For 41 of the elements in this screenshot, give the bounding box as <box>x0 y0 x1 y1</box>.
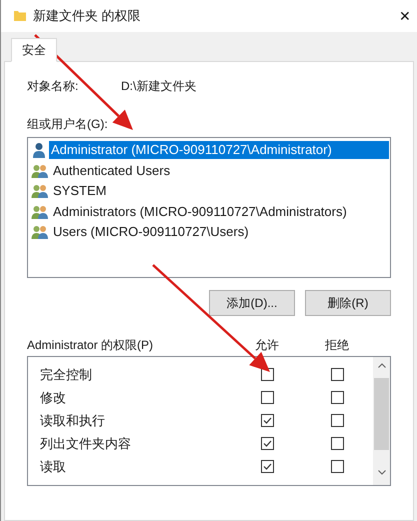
list-item[interactable]: SYSTEM <box>51 182 389 200</box>
column-header: 允许 <box>254 337 280 354</box>
list-item[interactable]: Administrators (MICRO-909110727\Administrators) <box>51 202 389 221</box>
checkbox[interactable] <box>260 460 274 473</box>
field-label: 对象名称: <box>27 78 80 95</box>
checkbox[interactable] <box>330 368 344 381</box>
scrollbar[interactable] <box>373 357 390 485</box>
scroll-up-icon[interactable] <box>378 363 386 368</box>
list-item[interactable]: Users (MICRO-909110727\Users) <box>51 223 389 242</box>
column-header: 拒绝 <box>324 337 350 354</box>
tab[interactable]: 安全 <box>11 38 57 62</box>
list-label: Administrator 的权限(P) <box>27 337 154 354</box>
permission-name: 修改 <box>39 388 67 407</box>
checkbox[interactable] <box>260 414 274 427</box>
permission-name: 读取 <box>39 458 67 476</box>
list-item[interactable]: Administrator (MICRO-909110727\Administrator) <box>49 141 389 160</box>
user-icon <box>31 142 47 158</box>
object-path: D:\新建文件夹 <box>121 78 196 95</box>
permission-name: 完全控制 <box>39 366 93 384</box>
checkbox[interactable] <box>330 414 344 427</box>
checkbox[interactable] <box>260 437 274 450</box>
user-list[interactable]: Administrator (MICRO-909110727\Administrator) Authenticated Users SYSTEM Administrators (MICRO-909110727\Administrators) Users (MICRO-909110727\Users) <box>27 137 391 278</box>
users-icon <box>31 162 49 179</box>
close-button[interactable]: ✕ <box>397 6 413 26</box>
users-icon <box>31 183 49 200</box>
users-icon <box>31 204 49 220</box>
checkbox[interactable] <box>330 391 344 404</box>
permission-name: 读取和执行 <box>39 412 106 430</box>
window-title: 新建文件夹 的权限 <box>33 7 141 26</box>
list-item[interactable]: Authenticated Users <box>51 162 389 180</box>
scroll-thumb[interactable] <box>374 378 389 450</box>
users-icon <box>31 224 49 240</box>
checkbox[interactable] <box>330 437 344 450</box>
button[interactable]: 删除(R) <box>305 290 391 316</box>
folder-icon <box>13 9 27 23</box>
list-label: 组或用户名(G): <box>27 116 109 133</box>
checkbox[interactable] <box>330 460 344 473</box>
checkbox[interactable] <box>260 391 274 404</box>
scroll-down-icon[interactable] <box>378 470 386 475</box>
permission-name: 列出文件夹内容 <box>39 434 132 453</box>
button[interactable]: 添加(D)... <box>209 290 295 316</box>
